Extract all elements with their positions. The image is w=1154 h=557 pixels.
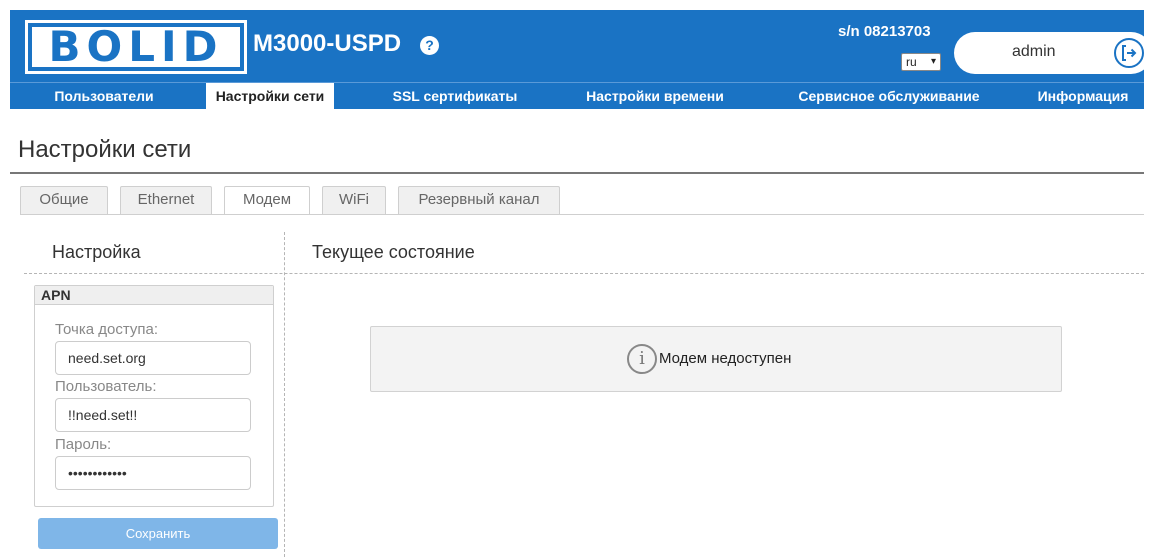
apn-legend: APN: [35, 286, 273, 305]
serial-number: s/n 08213703: [838, 23, 931, 40]
main-nav: Пользователи Настройки сети SSL сертифик…: [10, 82, 1144, 109]
tab-backup-channel[interactable]: Резервный канал: [398, 186, 560, 214]
user-input[interactable]: !!need.set!!: [55, 398, 251, 432]
nav-item-information[interactable]: Информация: [1024, 83, 1142, 109]
page-title: Настройки сети: [18, 136, 192, 163]
user-pill: admin: [954, 32, 1152, 74]
tab-general[interactable]: Общие: [20, 186, 108, 214]
access-point-input[interactable]: need.set.org: [55, 341, 251, 375]
logo-box: BOLID: [25, 20, 247, 74]
password-input[interactable]: ••••••••••••: [55, 456, 251, 490]
modem-status-box: i Модем недоступен: [370, 326, 1062, 392]
tab-wifi[interactable]: WiFi: [322, 186, 386, 214]
tabs-divider: [20, 214, 1144, 215]
save-button[interactable]: Сохранить: [38, 518, 278, 549]
current-status-heading: Текущее состояние: [312, 242, 475, 262]
info-icon: i: [627, 344, 657, 374]
nav-item-network-settings[interactable]: Настройки сети: [206, 83, 334, 109]
device-name: M3000-USPD: [253, 30, 402, 57]
apn-panel: APN Точка доступа: need.set.org Пользова…: [34, 285, 274, 507]
tab-ethernet[interactable]: Ethernet: [120, 186, 212, 214]
user-label: Пользователь:: [55, 378, 157, 395]
help-icon[interactable]: ?: [420, 36, 439, 55]
column-divider-horizontal: [24, 273, 1144, 274]
chevron-down-icon: ▾: [930, 56, 936, 67]
title-divider: [10, 172, 1144, 174]
column-divider-vertical: [284, 232, 285, 557]
password-label: Пароль:: [55, 436, 112, 453]
logout-icon[interactable]: [1114, 38, 1144, 68]
tab-modem[interactable]: Модем: [224, 186, 310, 215]
language-select[interactable]: ru ▾: [901, 53, 941, 71]
nav-item-time-settings[interactable]: Настройки времени: [570, 83, 740, 109]
nav-item-ssl-certificates[interactable]: SSL сертификаты: [380, 83, 530, 109]
access-point-label: Точка доступа:: [55, 321, 158, 338]
nav-item-users[interactable]: Пользователи: [30, 83, 178, 109]
nav-item-service[interactable]: Сервисное обслуживание: [776, 83, 1002, 109]
settings-heading: Настройка: [52, 242, 141, 262]
logo-text: BOLID: [48, 22, 224, 71]
user-name: admin: [1012, 43, 1056, 60]
header-bar: BOLID M3000-USPD ? s/n 08213703 ru ▾ adm…: [10, 10, 1152, 82]
language-value: ru: [906, 55, 917, 69]
modem-status-message: Модем недоступен: [659, 350, 792, 367]
bolid-logo[interactable]: BOLID: [25, 20, 247, 74]
